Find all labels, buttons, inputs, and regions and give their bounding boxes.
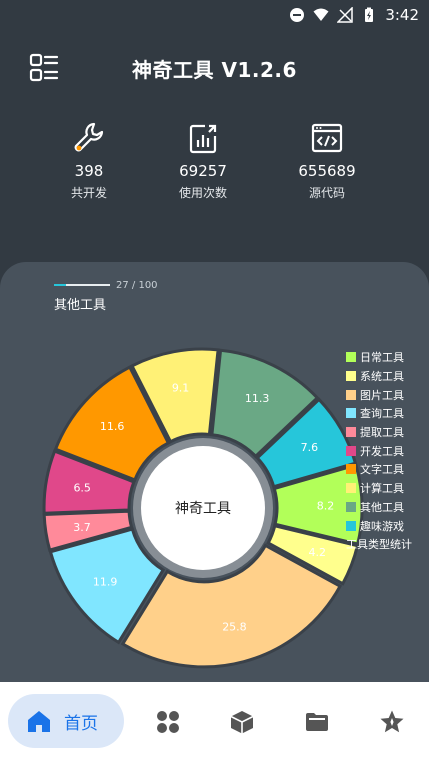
slice-label: 9.1 [172,382,190,395]
legend-item[interactable]: 开发工具 [346,441,412,460]
legend-swatch [346,501,356,512]
legend-swatch [346,389,356,400]
do-not-disturb-icon [290,8,305,22]
app-header: 神奇工具 V1.2.6 [0,40,429,96]
legend-item[interactable]: 日常工具 [346,348,412,367]
legend-label: 开发工具 [360,444,404,458]
box-icon[interactable] [229,709,255,735]
folder-icon[interactable] [304,709,330,735]
legend-swatch [346,464,356,475]
wrench-icon [74,122,104,152]
status-bar: 3:42 [0,0,429,30]
legend-label: 图片工具 [360,388,404,402]
legend-label: 趣味游戏 [360,519,404,533]
slice-label: 11.9 [93,576,118,589]
legend-swatch [346,371,356,382]
legend-swatch [346,445,356,456]
slice-label: 3.7 [73,521,91,534]
stat-value: 655689 [298,162,356,180]
legend-label: 查询工具 [360,407,404,421]
legend-item[interactable]: 趣味游戏 [346,516,412,535]
status-time: 3:42 [385,6,419,24]
stat-label: 使用次数 [178,186,227,200]
app-title: 神奇工具 V1.2.6 [132,58,297,82]
legend-item[interactable]: 查询工具 [346,404,412,423]
legend-swatch [346,520,356,531]
chart-legend: 日常工具系统工具图片工具查询工具提取工具开发工具文字工具计算工具其他工具趣味游戏… [346,348,412,552]
home-icon [28,711,50,732]
legend-label: 提取工具 [360,426,404,440]
stats-row: 398 共开发 69257 使用次数 655689 源代码 [0,120,429,210]
legend-label: 其他工具 [360,500,404,514]
bottom-nav: 首页 [0,682,429,762]
legend-label: 日常工具 [360,351,404,365]
slice-label: 6.5 [73,482,91,495]
nav-home-label: 首页 [64,713,98,734]
battery-charging-icon [365,7,374,22]
legend-title: 工具类型统计 [346,537,412,551]
bar-chart-icon [189,124,217,154]
legend-label: 文字工具 [360,463,404,477]
wifi-icon [313,8,329,21]
legend-item[interactable]: 计算工具 [346,479,412,498]
stat-label: 源代码 [308,186,345,200]
pie-center-label: 神奇工具 [175,500,231,517]
legend-label: 计算工具 [360,482,404,496]
stat-usage[interactable]: 69257 使用次数 [153,120,253,201]
chart-card: 27 / 100 其他工具 8.2 4.2 25.8 11.9 3.7 6.5 11.6 9.… [0,262,429,682]
slice-label: 25.8 [222,620,247,633]
slice-label: 11.6 [100,420,125,433]
legend-item[interactable]: 其他工具 [346,498,412,517]
legend-label: 系统工具 [360,370,404,384]
slice-label: 11.3 [245,392,270,405]
legend-swatch [346,483,356,494]
stat-developed[interactable]: 398 共开发 [39,120,139,201]
stat-source-code[interactable]: 655689 源代码 [277,120,377,201]
legend-item[interactable]: 文字工具 [346,460,412,479]
legend-item[interactable]: 提取工具 [346,423,412,442]
legend-swatch [346,408,356,419]
stat-value: 69257 [179,162,227,180]
stat-value: 398 [74,162,104,180]
apps-grid-icon[interactable] [155,709,181,735]
legend-item[interactable]: 图片工具 [346,385,412,404]
no-signal-icon [337,7,354,23]
star-icon[interactable] [379,709,405,735]
slice-label: 4.2 [309,546,327,559]
legend-item[interactable]: 系统工具 [346,367,412,386]
slice-label: 7.6 [301,441,319,454]
slice-label: 8.2 [317,499,335,512]
legend-swatch [346,352,356,363]
code-window-icon [311,123,343,153]
nav-home[interactable]: 首页 [8,694,124,748]
stat-label: 共开发 [70,186,107,200]
legend-swatch [346,427,356,438]
